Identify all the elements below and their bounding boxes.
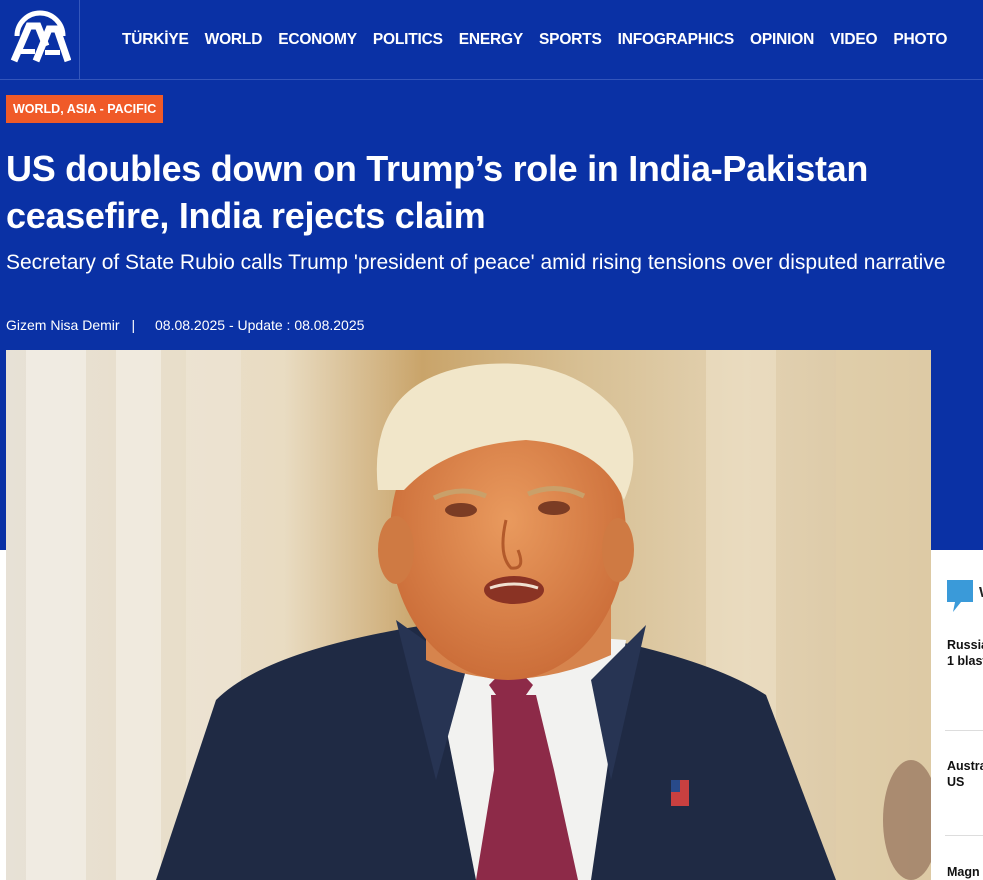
sidebar-title: W: [979, 584, 983, 601]
nav-item-opinion[interactable]: OPINION: [750, 31, 814, 49]
sidebar-item-russia[interactable]: Russia over 1 blast Ryaza: [947, 637, 983, 669]
article-photo: [6, 350, 931, 880]
author-name[interactable]: Gizem Nisa Demir: [6, 317, 120, 333]
nav-item-sports[interactable]: SPORTS: [539, 31, 602, 49]
sidebar-divider: [945, 730, 983, 731]
article-dateline: 08.08.2025 - Update : 08.08.2025: [155, 317, 365, 333]
article-byline: Gizem Nisa Demir | 08.08.2025 - Update :…: [6, 316, 364, 334]
aa-logo[interactable]: [0, 0, 80, 80]
main-nav: TÜRKİYE WORLD ECONOMY POLITICS ENERGY SP…: [122, 31, 947, 49]
category-tag[interactable]: WORLD, ASIA - PACIFIC: [6, 95, 164, 123]
speech-bubble-icon: [947, 580, 973, 612]
article-subheadline: Secretary of State Rubio calls Trump 'pr…: [6, 251, 946, 274]
nav-item-politics[interactable]: POLITICS: [373, 31, 443, 49]
sidebar-divider: [945, 835, 983, 836]
sidebar-item-magn[interactable]: Magn: [947, 864, 983, 880]
sidebar-item-austria[interactable]: Austra cocai US: [947, 758, 983, 790]
aa-logo-icon: [10, 10, 71, 63]
sidebar: W Russia over 1 blast Ryaza Austra cocai…: [931, 550, 983, 880]
nav-item-energy[interactable]: ENERGY: [459, 31, 523, 49]
nav-item-photo[interactable]: PHOTO: [893, 31, 947, 49]
nav-item-turkiye[interactable]: TÜRKİYE: [122, 31, 189, 49]
nav-item-infographics[interactable]: INFOGRAPHICS: [618, 31, 735, 49]
article-headline: US doubles down on Trump’s role in India…: [6, 148, 869, 236]
top-navigation-bar: TÜRKİYE WORLD ECONOMY POLITICS ENERGY SP…: [0, 0, 983, 80]
nav-item-economy[interactable]: ECONOMY: [278, 31, 357, 49]
nav-item-video[interactable]: VIDEO: [830, 31, 877, 49]
byline-separator: |: [131, 317, 136, 333]
nav-item-world[interactable]: WORLD: [205, 31, 263, 49]
